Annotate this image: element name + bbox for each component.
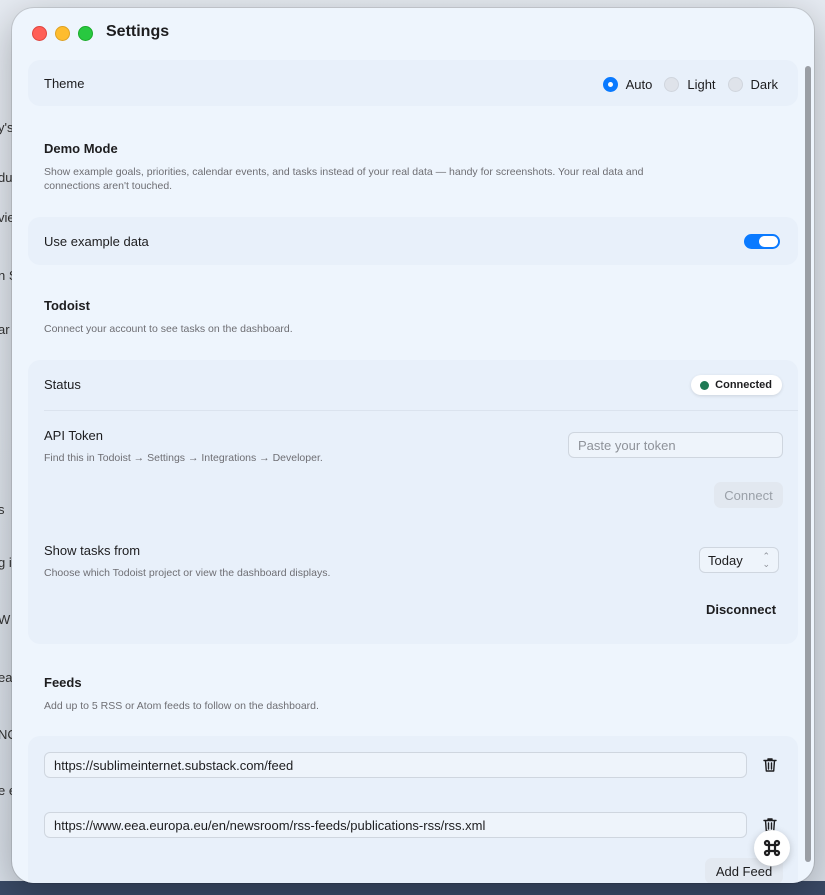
zoom-window-button[interactable] (78, 26, 93, 41)
settings-content: Theme Auto Light Dark Demo Mode Show exa… (12, 58, 802, 883)
connect-button[interactable]: Connect (714, 482, 783, 508)
theme-option-dark[interactable]: Dark (727, 77, 778, 92)
use-example-data-toggle[interactable] (744, 234, 780, 249)
theme-option-label: Dark (750, 77, 778, 92)
theme-option-label: Light (687, 77, 716, 92)
todoist-card: Status Connected API Token Find this in … (28, 360, 798, 644)
demo-mode-description: Show example goals, priorities, calendar… (44, 165, 643, 193)
demo-mode-description-line: Show example goals, priorities, calendar… (44, 166, 644, 178)
show-tasks-label: Show tasks from (44, 543, 141, 558)
traffic-lights (32, 26, 93, 41)
theme-option-label: Auto (625, 77, 653, 92)
api-token-input[interactable] (568, 432, 783, 458)
radio-selected-icon[interactable] (602, 77, 618, 92)
settings-window: Settings Theme Auto Light Dark Demo Mode… (12, 8, 814, 883)
scrollbar[interactable] (805, 66, 812, 862)
feed-url-input[interactable]: https://sublimeinternet.substack.com/fee… (44, 752, 747, 778)
theme-radio-group: Auto Light Dark (602, 77, 778, 92)
background-fragment: ar (0, 322, 10, 337)
todoist-description: Connect your account to see tasks on the… (44, 323, 293, 335)
feeds-description: Add up to 5 RSS or Atom feeds to follow … (44, 700, 319, 712)
theme-label: Theme (44, 76, 85, 91)
status-label: Status (44, 377, 81, 392)
show-tasks-value: Today (708, 552, 743, 568)
demo-mode-title: Demo Mode (44, 141, 118, 156)
feeds-card: https://sublimeinternet.substack.com/fee… (28, 736, 798, 883)
window-title: Settings (106, 23, 170, 40)
background-fragment: s (0, 502, 5, 517)
background-fragment: du (0, 170, 13, 185)
trash-icon[interactable] (763, 757, 779, 775)
demo-mode-description-line: connections aren't touched. (44, 180, 173, 192)
show-tasks-hint: Choose which Todoist project or view the… (44, 567, 331, 579)
feeds-title: Feeds (44, 675, 82, 690)
status-value: Connected (715, 379, 772, 391)
demo-toggle-card: Use example data (28, 217, 798, 265)
status-badge: Connected (691, 375, 782, 395)
radio-unselected-icon[interactable] (664, 77, 680, 92)
radio-unselected-icon[interactable] (727, 77, 743, 92)
feed-url-input[interactable]: https://www.eea.europa.eu/en/newsroom/rs… (44, 812, 747, 838)
scrollbar-thumb[interactable] (805, 66, 811, 862)
theme-card: Theme Auto Light Dark (28, 60, 798, 106)
api-token-hint: Find this in Todoist → Settings → Integr… (44, 452, 323, 464)
title-bar: Settings (12, 8, 814, 58)
show-tasks-select[interactable]: Today ⌃ ⌄ (699, 547, 779, 573)
chevron-up-down-icon: ⌃ ⌄ (762, 551, 770, 569)
divider (44, 410, 798, 411)
theme-option-light[interactable]: Light (664, 77, 716, 92)
disconnect-button[interactable]: Disconnect (696, 596, 786, 622)
status-dot-icon (700, 380, 710, 390)
background-dock (0, 881, 825, 895)
todoist-title: Todoist (44, 298, 90, 313)
background-fragment: W (0, 612, 11, 627)
api-token-label: API Token (44, 428, 104, 443)
use-example-data-label: Use example data (44, 234, 149, 249)
command-key-icon[interactable] (754, 830, 790, 866)
minimize-window-button[interactable] (55, 26, 70, 41)
close-window-button[interactable] (32, 26, 47, 41)
theme-option-auto[interactable]: Auto (602, 77, 653, 92)
